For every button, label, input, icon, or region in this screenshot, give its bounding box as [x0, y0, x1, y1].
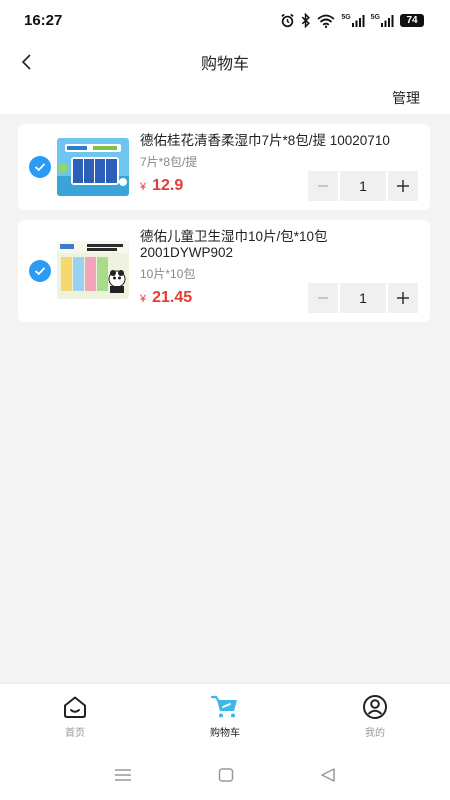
check-icon — [34, 267, 46, 276]
item-price: ¥21.45 — [140, 289, 192, 307]
plus-icon — [397, 292, 409, 304]
triangle-back-icon — [321, 768, 335, 782]
minus-icon — [318, 185, 328, 187]
wifi-icon — [317, 14, 335, 28]
square-home-icon — [218, 768, 234, 782]
home-icon — [64, 696, 86, 718]
signal-5g-icon-2: 5G — [370, 13, 394, 27]
item-title: 德佑儿童卫生湿巾10片/包*10包 2001DYWP902 — [140, 229, 328, 260]
check-icon — [34, 163, 46, 172]
quantity-stepper: 1 — [308, 283, 420, 313]
cart-item: 德佑桂花清香柔湿巾7片*8包/提 10020710 7片*8包/提 ¥12.9 … — [18, 124, 430, 210]
item-title: 德佑桂花清香柔湿巾7片*8包/提 10020710 — [140, 133, 390, 148]
battery-indicator: 74 — [400, 14, 424, 27]
cart-item: 德佑儿童卫生湿巾10片/包*10包 2001DYWP902 10片*10包 ¥2… — [18, 220, 430, 322]
item-checkbox[interactable] — [29, 260, 51, 282]
net-label-2: 5G — [370, 13, 380, 21]
system-back-button[interactable] — [318, 767, 338, 783]
signal-5g-icon-1: 5G — [341, 13, 365, 27]
status-time: 16:27 — [24, 12, 63, 29]
cart-icon — [211, 695, 237, 718]
decrease-button[interactable] — [308, 283, 338, 313]
bluetooth-icon — [302, 13, 311, 28]
increase-button[interactable] — [388, 283, 418, 313]
bottom-tab-bar: 首页 购物车 我的 — [0, 683, 450, 743]
quantity-stepper: 1 — [308, 171, 420, 201]
user-icon — [363, 695, 387, 719]
menu-icon — [115, 769, 131, 781]
currency-symbol: ¥ — [140, 293, 147, 305]
tab-cart[interactable]: 购物车 — [180, 694, 270, 739]
price-value: 12.9 — [152, 177, 184, 194]
minus-icon — [318, 297, 328, 299]
item-checkbox[interactable] — [29, 156, 51, 178]
tab-home-label: 首页 — [65, 728, 85, 739]
header: 购物车 — [0, 40, 450, 84]
status-bar: 16:27 5G 5G 74 — [0, 0, 450, 40]
product-image[interactable] — [57, 241, 129, 299]
decrease-button[interactable] — [308, 171, 338, 201]
tab-mine[interactable]: 我的 — [330, 694, 420, 739]
item-spec: 10片*10包 — [140, 267, 196, 281]
currency-symbol: ¥ — [140, 181, 147, 193]
manage-button[interactable]: 管理 — [392, 88, 420, 108]
quantity-value[interactable]: 1 — [340, 283, 386, 313]
system-menu-button[interactable] — [113, 767, 133, 783]
net-label-1: 5G — [341, 13, 351, 21]
manage-bar: 管理 — [0, 84, 450, 114]
price-value: 21.45 — [152, 289, 193, 306]
page-title: 购物车 — [200, 54, 249, 73]
alarm-icon — [281, 13, 294, 28]
increase-button[interactable] — [388, 171, 418, 201]
system-nav-bar — [0, 743, 450, 800]
item-price: ¥12.9 — [140, 177, 183, 195]
tab-mine-label: 我的 — [365, 728, 385, 739]
tab-cart-label: 购物车 — [210, 728, 240, 739]
plus-icon — [397, 180, 409, 192]
system-home-button[interactable] — [216, 767, 236, 783]
item-spec: 7片*8包/提 — [140, 155, 198, 169]
status-icons: 5G 5G 74 — [280, 13, 424, 28]
product-image[interactable] — [57, 138, 129, 196]
tab-home[interactable]: 首页 — [30, 694, 120, 739]
quantity-value[interactable]: 1 — [340, 171, 386, 201]
